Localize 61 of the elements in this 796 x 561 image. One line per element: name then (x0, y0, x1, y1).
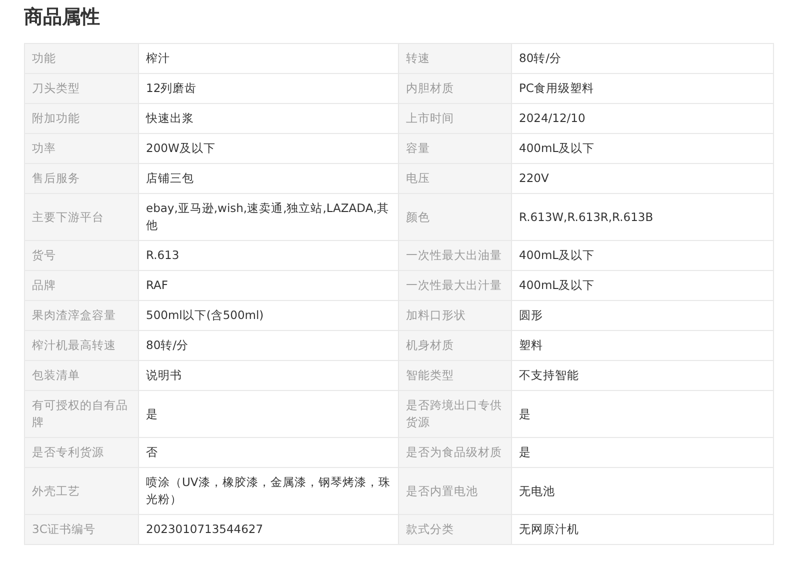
attribute-value: 不支持智能 (512, 360, 774, 390)
attribute-name: 容量 (398, 134, 512, 164)
attribute-name: 刀头类型 (24, 74, 138, 104)
attribute-value: RAF (138, 270, 398, 300)
attribute-value: 80转/分 (138, 330, 398, 360)
attribute-value: 圆形 (512, 300, 774, 330)
attribute-name: 3C证书编号 (24, 514, 138, 544)
attribute-value: 否 (138, 438, 398, 468)
attribute-name: 售后服务 (24, 164, 138, 194)
attribute-value: 2024/12/10 (512, 104, 774, 134)
attribute-name: 功率 (24, 134, 138, 164)
attribute-name: 一次性最大出汁量 (398, 270, 512, 300)
attribute-value: 400mL及以下 (512, 270, 774, 300)
attribute-name: 货号 (24, 240, 138, 270)
attribute-name: 电压 (398, 164, 512, 194)
attribute-name: 机身材质 (398, 330, 512, 360)
attribute-value: PC食用级塑料 (512, 74, 774, 104)
attribute-value: 80转/分 (512, 44, 774, 74)
attribute-value: 是 (138, 390, 398, 438)
attribute-value: 快速出浆 (138, 104, 398, 134)
attribute-value: 200W及以下 (138, 134, 398, 164)
attribute-value: 塑料 (512, 330, 774, 360)
attribute-value: R.613W,R.613R,R.613B (512, 194, 774, 240)
section-title: 商品属性 (24, 5, 101, 30)
attribute-value: 12列磨齿 (138, 74, 398, 104)
attribute-name: 是否为食品级材质 (398, 438, 512, 468)
attribute-name: 果肉渣滓盒容量 (24, 300, 138, 330)
attribute-value: 400mL及以下 (512, 240, 774, 270)
attribute-name: 智能类型 (398, 360, 512, 390)
attribute-value: 220V (512, 164, 774, 194)
attribute-name: 款式分类 (398, 514, 512, 544)
attribute-name: 加料口形状 (398, 300, 512, 330)
attribute-value: 店铺三包 (138, 164, 398, 194)
attribute-value: 500ml以下(含500ml) (138, 300, 398, 330)
attribute-name: 有可授权的自有品牌 (24, 390, 138, 438)
attribute-value: ebay,亚马逊,wish,速卖通,独立站,LAZADA,其他 (138, 194, 398, 240)
attribute-name: 功能 (24, 44, 138, 74)
attribute-name: 内胆材质 (398, 74, 512, 104)
attribute-name: 是否跨境出口专供货源 (398, 390, 512, 438)
attribute-value: 是 (512, 438, 774, 468)
attribute-value: 无网原汁机 (512, 514, 774, 544)
attribute-name: 一次性最大出油量 (398, 240, 512, 270)
attribute-name: 附加功能 (24, 104, 138, 134)
attribute-value: 400mL及以下 (512, 134, 774, 164)
attribute-value: 无电池 (512, 468, 774, 514)
attribute-name: 包装清单 (24, 360, 138, 390)
attribute-value: R.613 (138, 240, 398, 270)
attribute-value: 2023010713544627 (138, 514, 398, 544)
attribute-name: 品牌 (24, 270, 138, 300)
attribute-value: 是 (512, 390, 774, 438)
attribute-value: 榨汁 (138, 44, 398, 74)
attribute-name: 外壳工艺 (24, 468, 138, 514)
attribute-name: 榨汁机最高转速 (24, 330, 138, 360)
attribute-value: 说明书 (138, 360, 398, 390)
attribute-name: 转速 (398, 44, 512, 74)
attribute-value: 喷涂（UV漆，橡胶漆，金属漆，钢琴烤漆，珠光粉） (138, 468, 398, 514)
attribute-name: 主要下游平台 (24, 194, 138, 240)
attribute-name: 是否专利货源 (24, 438, 138, 468)
attribute-name: 上市时间 (398, 104, 512, 134)
attribute-name: 是否内置电池 (398, 468, 512, 514)
attribute-name: 颜色 (398, 194, 512, 240)
